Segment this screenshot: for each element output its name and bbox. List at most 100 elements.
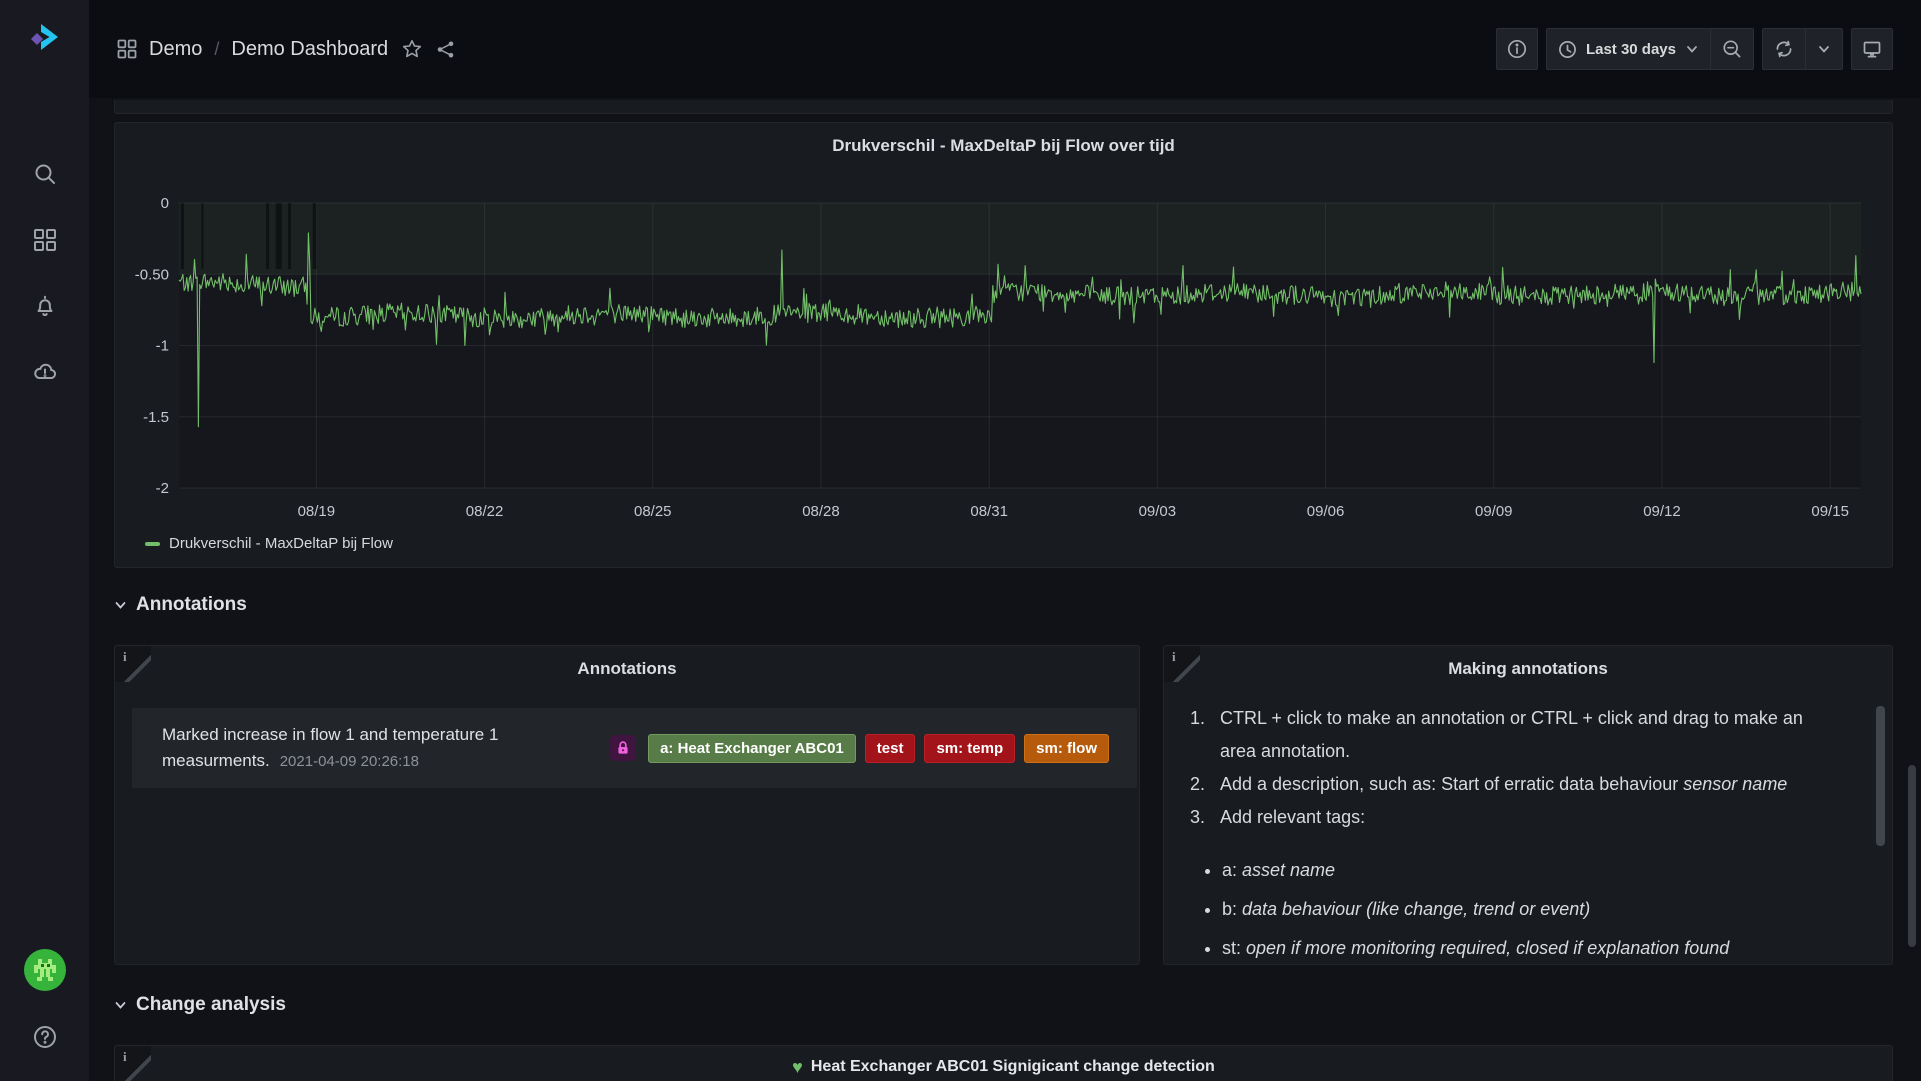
- svg-text:09/09: 09/09: [1475, 503, 1513, 520]
- annotation-tags: a: Heat Exchanger ABC01 test sm: temp sm: f…: [610, 734, 1109, 763]
- svg-text:-0.50: -0.50: [135, 266, 169, 283]
- avatar[interactable]: [24, 949, 66, 991]
- annotation-tag[interactable]: sm: temp: [924, 734, 1015, 763]
- help-circle-icon: [32, 1024, 58, 1050]
- list-text: Add a description, such as: Start of err…: [1220, 768, 1834, 801]
- making-annotations-panel: i Making annotations 1. CTRL + click to …: [1163, 645, 1893, 965]
- legend-item[interactable]: Drukverschil - MaxDeltaP bij Flow: [145, 535, 393, 552]
- chart-legend: Drukverschil - MaxDeltaP bij Flow: [145, 535, 393, 552]
- section-label: Change analysis: [136, 994, 286, 1016]
- svg-text:-2: -2: [156, 480, 169, 497]
- time-picker-group: Last 30 days: [1546, 28, 1754, 70]
- padlock-icon: [615, 740, 631, 756]
- breadcrumb-folder[interactable]: Demo: [149, 38, 202, 61]
- instruction-item: 1. CTRL + click to make an annotation or…: [1190, 702, 1834, 768]
- zoom-out-icon: [1722, 39, 1742, 59]
- svg-text:08/31: 08/31: [970, 503, 1008, 520]
- breadcrumb-dashboard[interactable]: Demo Dashboard: [231, 38, 388, 61]
- chevron-down-icon: [1685, 42, 1699, 56]
- breadcrumb-separator: /: [214, 39, 219, 60]
- logo-icon: [24, 16, 66, 58]
- refresh-icon: [1774, 39, 1794, 59]
- grid-icon: [117, 39, 137, 59]
- change-detection-panel: i ♥ Heat Exchanger ABC01 Signigicant cha…: [114, 1045, 1893, 1081]
- sidebar-item-dashboards[interactable]: [21, 216, 69, 264]
- clock-icon: [1558, 40, 1577, 59]
- section-label: Annotations: [136, 594, 247, 616]
- change-panel-title-text: Heat Exchanger ABC01 Signigicant change …: [811, 1058, 1215, 1076]
- bell-icon: [33, 294, 57, 318]
- panel-info-button[interactable]: [1496, 28, 1538, 70]
- share-dashboard-button[interactable]: [436, 40, 455, 59]
- annotation-tag[interactable]: test: [865, 734, 916, 763]
- svg-text:-1.5: -1.5: [143, 409, 169, 426]
- annotation-text: Marked increase in flow 1 and temperatur…: [162, 722, 594, 775]
- favorite-star-button[interactable]: [402, 39, 422, 59]
- refresh-group: [1762, 28, 1843, 70]
- list-number: 1.: [1190, 702, 1220, 768]
- instruction-item: 3. Add relevant tags:: [1190, 801, 1834, 834]
- chevron-down-icon: [114, 599, 127, 612]
- chart-panel: Drukverschil - MaxDeltaP bij Flow over t…: [114, 122, 1893, 568]
- tag-key-list: a: asset name b: data behaviour (like cha…: [1190, 854, 1834, 965]
- svg-text:09/03: 09/03: [1139, 503, 1177, 520]
- refresh-button[interactable]: [1763, 29, 1805, 69]
- svg-text:09/06: 09/06: [1307, 503, 1345, 520]
- svg-text:08/22: 08/22: [466, 503, 504, 520]
- tag-key-item: st: open if more monitoring required, cl…: [1222, 932, 1834, 965]
- annotation-tag[interactable]: sm: flow: [1024, 734, 1109, 763]
- svg-text:09/12: 09/12: [1643, 503, 1681, 520]
- lock-icon: [610, 735, 636, 761]
- svg-text:09/15: 09/15: [1811, 503, 1849, 520]
- svg-text:08/19: 08/19: [298, 503, 336, 520]
- legend-label: Drukverschil - MaxDeltaP bij Flow: [169, 535, 393, 552]
- legend-swatch: [145, 542, 160, 546]
- heart-icon: ♥: [792, 1058, 803, 1076]
- info-circle-icon: [1507, 39, 1527, 59]
- section-row-change-analysis[interactable]: Change analysis: [114, 994, 286, 1016]
- svg-text:08/28: 08/28: [802, 503, 840, 520]
- grafana-logo[interactable]: [22, 14, 68, 60]
- change-panel-title[interactable]: ♥ Heat Exchanger ABC01 Signigicant chang…: [115, 1058, 1892, 1076]
- svg-text:0: 0: [161, 195, 169, 212]
- tag-list: a: Heat Exchanger ABC01 test sm: temp sm: f…: [648, 734, 1109, 763]
- list-number: 2.: [1190, 768, 1220, 801]
- time-zoom-out-button[interactable]: [1710, 29, 1753, 69]
- sidebar-item-alerting[interactable]: [21, 282, 69, 330]
- page-scrollbar-thumb[interactable]: [1908, 765, 1916, 947]
- svg-text:-1: -1: [156, 338, 169, 355]
- annotation-list-item[interactable]: Marked increase in flow 1 and temperatur…: [132, 708, 1137, 788]
- sidebar-item-help[interactable]: [23, 1015, 67, 1059]
- instruction-item: 2. Add a description, such as: Start of …: [1190, 768, 1834, 801]
- list-text: Add relevant tags:: [1220, 801, 1834, 834]
- toolbar-actions: Last 30 days: [1496, 28, 1893, 70]
- sidebar: [0, 0, 89, 1081]
- cycle-view-mode-button[interactable]: [1851, 28, 1893, 70]
- cloud-alert-icon: [32, 359, 58, 385]
- section-row-annotations[interactable]: Annotations: [114, 594, 247, 616]
- share-icon: [436, 40, 455, 59]
- annotations-panel: i Annotations Marked increase in flow 1 …: [114, 645, 1140, 965]
- refresh-interval-dropdown[interactable]: [1805, 29, 1842, 69]
- making-annotations-title[interactable]: Making annotations: [1164, 659, 1892, 679]
- sidebar-item-search[interactable]: [21, 150, 69, 198]
- time-range-picker[interactable]: Last 30 days: [1547, 29, 1710, 69]
- sidebar-item-incidents[interactable]: [21, 348, 69, 396]
- annotation-tag[interactable]: a: Heat Exchanger ABC01: [648, 734, 856, 763]
- annotations-panel-title[interactable]: Annotations: [115, 659, 1139, 679]
- panel-scrollbar-thumb[interactable]: [1876, 706, 1885, 846]
- annotation-timestamp: 2021-04-09 20:26:18: [280, 753, 419, 770]
- svg-text:08/25: 08/25: [634, 503, 672, 520]
- search-icon: [33, 162, 57, 186]
- chevron-down-icon: [114, 999, 127, 1012]
- top-navbar: Demo / Demo Dashboard: [89, 0, 1921, 98]
- list-number: 3.: [1190, 801, 1220, 834]
- avatar-pixel-icon: [30, 955, 60, 985]
- dashboards-grid-icon: [33, 228, 57, 252]
- chevron-down-icon: [1817, 42, 1831, 56]
- dashboard-canvas: Drukverschil - MaxDeltaP bij Flow over t…: [89, 98, 1921, 1081]
- tag-key-item: b: data behaviour (like change, trend or…: [1222, 893, 1834, 926]
- timeseries-chart[interactable]: 0 -0.50 -1 -1.5 -2 08/19 08/22 08/25 08/28 08/31 0…: [115, 123, 1894, 569]
- making-annotations-body: 1. CTRL + click to make an annotation or…: [1190, 702, 1834, 965]
- tag-key-item: a: asset name: [1222, 854, 1834, 887]
